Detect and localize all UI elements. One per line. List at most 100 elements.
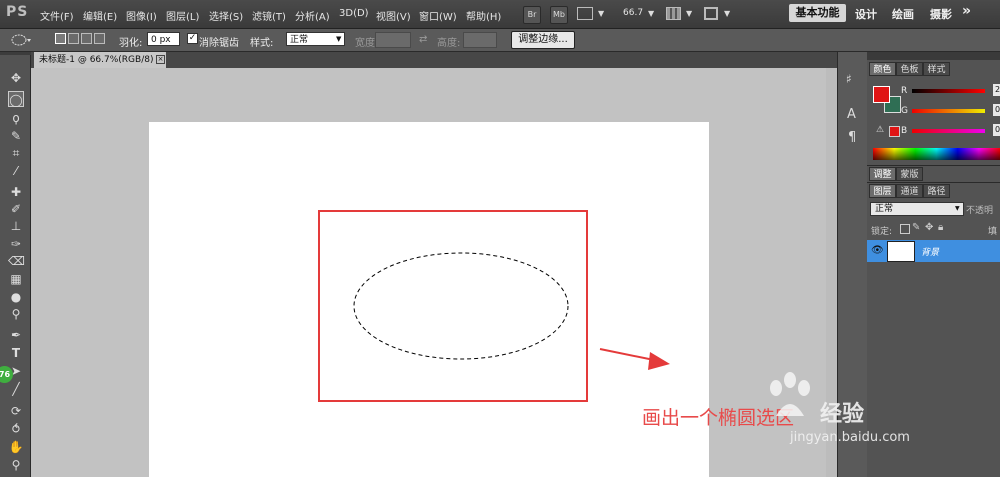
tab-paths[interactable]: 路径 [923,184,950,198]
lasso-tool-icon[interactable]: ϙ [8,110,24,126]
screen-mode-dropdown-icon[interactable]: ▼ [724,9,730,18]
paragraph-panel-icon[interactable]: ¶ [848,130,856,145]
lock-all-icon[interactable]: 🔒︎ [938,222,943,233]
blur-tool-icon[interactable]: ● [8,289,24,305]
swap-icon[interactable]: ⇄ [419,34,427,45]
3d-rotate-tool-icon[interactable]: ⟳ [8,403,24,419]
lock-transparent-icon[interactable] [900,224,910,234]
elliptical-marquee-tool-icon[interactable]: ◯ [8,91,24,107]
history-panel-icon[interactable]: ♯ [846,72,852,86]
eraser-tool-icon[interactable]: ⌫ [8,253,25,269]
workspace-essentials[interactable]: 基本功能 [789,4,846,22]
panel-header [867,52,1000,60]
opacity-label: 不透明 [966,206,994,216]
blend-mode-select[interactable]: 正常 [870,202,964,216]
screen-mode-icon[interactable] [704,7,718,20]
zoom-dropdown-icon[interactable]: ▼ [648,9,654,18]
quick-selection-tool-icon[interactable]: ✎ [8,128,24,144]
foreground-color-swatch[interactable] [873,86,890,103]
menu-select[interactable]: 选择(S) [209,8,243,23]
3d-orbit-tool-icon[interactable]: ⥀ [8,421,24,437]
brush-tool-icon[interactable]: ✐ [8,201,24,217]
shape-tool-icon[interactable]: ╱ [8,381,24,397]
style-label: 样式: [250,38,274,49]
tab-layers[interactable]: 图层 [869,184,896,198]
subtract-from-selection-icon[interactable] [81,33,92,44]
hand-tool-icon[interactable]: ✋ [8,439,24,455]
document-tab[interactable]: 未标题-1 @ 66.7%(RGB/8) × [34,52,166,68]
lock-position-icon[interactable]: ✥ [925,222,933,233]
eyedropper-tool-icon[interactable]: ⁄ [8,163,24,179]
slider-r-value[interactable]: 2 [993,84,1000,96]
chevron-down-icon[interactable]: ▼ [598,9,604,18]
photoshop-logo: PS [6,4,29,20]
slider-g-track[interactable] [912,109,985,113]
workspace-photography[interactable]: 摄影 [930,6,952,22]
type-tool-icon[interactable]: T [8,345,24,361]
zoom-level[interactable]: 66.7 [623,8,643,18]
width-input[interactable] [375,32,411,48]
menu-analysis[interactable]: 分析(A) [295,8,330,23]
tab-masks[interactable]: 蒙版 [896,167,923,181]
new-selection-icon[interactable] [55,33,66,44]
out-of-gamut-warning-icon[interactable]: ⚠ [876,125,884,135]
menu-edit[interactable]: 编辑(E) [83,8,117,23]
lock-image-icon[interactable]: ✎ [912,222,920,233]
add-to-selection-icon[interactable] [68,33,79,44]
gradient-tool-icon[interactable]: ▦ [8,271,24,287]
healing-brush-tool-icon[interactable]: ✚ [8,184,24,200]
slider-g-value[interactable]: 0 [993,104,1000,116]
blend-mode-dropdown-icon[interactable]: ▼ [955,205,960,212]
eye-icon[interactable]: 👁︎ [871,245,884,256]
tab-channels[interactable]: 通道 [896,184,923,198]
menu-layer[interactable]: 图层(L) [166,8,199,23]
slider-b-value[interactable]: 0 [993,124,1000,136]
gamut-swatch[interactable] [889,126,900,137]
close-icon[interactable]: × [156,55,165,64]
menu-file[interactable]: 文件(F) [40,8,74,23]
feather-input[interactable]: 0 px [147,32,180,46]
workspace-design[interactable]: 设计 [855,6,877,22]
antialias-checkbox[interactable]: ✓ [187,33,198,44]
tab-styles[interactable]: 样式 [923,62,950,76]
intersect-selection-icon[interactable] [94,33,105,44]
annotation-arrow [599,348,670,370]
move-tool-icon[interactable]: ✥ [8,70,24,86]
tab-swatches[interactable]: 色板 [896,62,923,76]
character-panel-icon[interactable]: A [847,107,856,122]
menu-image[interactable]: 图像(I) [126,8,157,23]
clone-stamp-tool-icon[interactable]: ⊥ [8,218,24,234]
elliptical-marquee-preset-icon[interactable] [10,33,32,47]
history-brush-tool-icon[interactable]: ✑ [8,236,24,252]
tab-color[interactable]: 颜色 [869,62,896,76]
layer-name[interactable]: 背景 [921,245,939,258]
tab-adjustments[interactable]: 调整 [869,167,896,181]
more-workspaces-button[interactable]: » [962,3,971,19]
menu-help[interactable]: 帮助(H) [466,8,501,23]
menu-window[interactable]: 窗口(W) [419,8,457,23]
slider-b-track[interactable] [912,129,985,133]
spectrum-shade [873,148,1000,160]
view-extras-icon[interactable] [577,7,593,20]
height-input[interactable] [463,32,497,48]
slider-b-label: B [901,126,908,136]
document-tab-title: 未标题-1 @ 66.7%(RGB/8) [39,55,154,65]
workspace-painting[interactable]: 绘画 [892,6,914,22]
zoom-tool-icon[interactable]: ⚲ [8,457,24,473]
refine-edge-button[interactable]: 调整边缘... [511,31,575,49]
mini-bridge-button[interactable]: Mb [550,6,568,24]
layer-thumbnail[interactable] [887,241,915,262]
dodge-tool-icon[interactable]: ⚲ [8,306,24,322]
menu-view[interactable]: 视图(V) [376,8,411,23]
style-dropdown-icon[interactable]: ▼ [336,35,341,43]
panel-divider [867,165,1000,166]
pen-tool-icon[interactable]: ✒ [8,327,24,343]
slider-r-track[interactable] [912,89,985,93]
crop-tool-icon[interactable]: ⌗ [8,145,24,161]
menu-3d[interactable]: 3D(D) [339,8,369,19]
arrange-documents-icon[interactable] [666,7,681,20]
arrange-dropdown-icon[interactable]: ▼ [686,9,692,18]
bridge-button[interactable]: Br [523,6,541,24]
menu-filter[interactable]: 滤镜(T) [252,8,286,23]
slider-g-label: G [901,106,908,116]
